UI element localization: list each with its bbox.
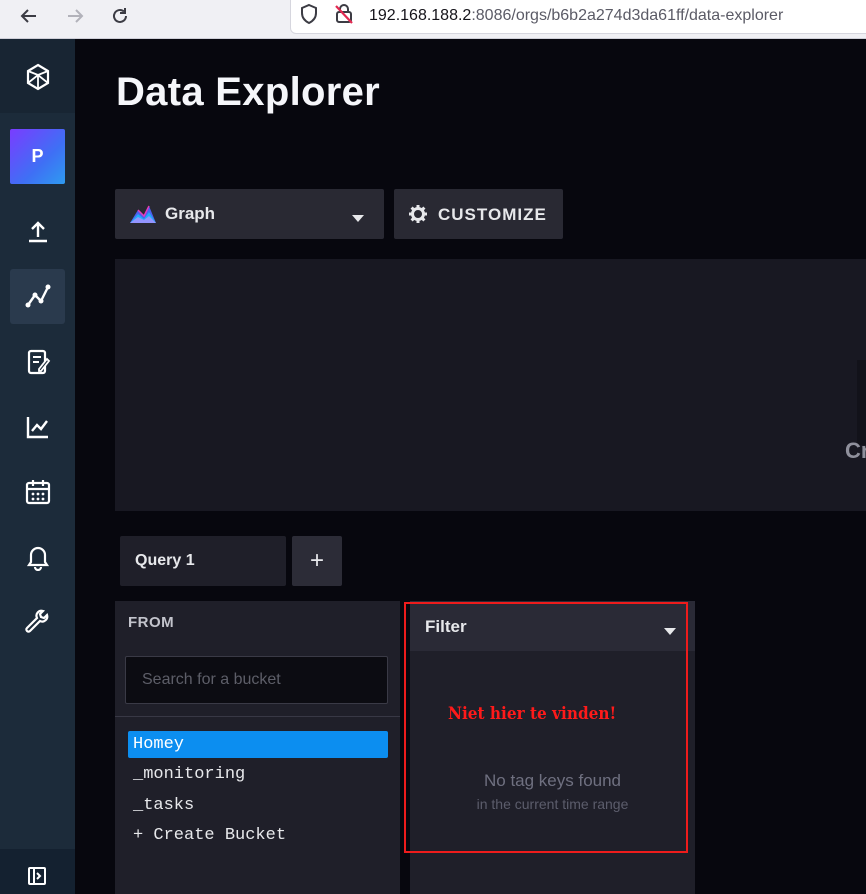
sidebar-logo-area xyxy=(0,39,75,113)
logo-icon[interactable] xyxy=(10,49,65,104)
org-avatar[interactable]: P xyxy=(10,129,65,184)
sidebar-collapse-area xyxy=(0,849,75,894)
annotation-highlight-box xyxy=(404,602,688,853)
upload-icon[interactable] xyxy=(10,204,65,259)
graph-type-icon xyxy=(129,203,157,230)
graph-empty-text: Cr xyxy=(845,438,866,463)
from-header: FROM xyxy=(128,614,175,631)
create-bucket-button[interactable]: + Create Bucket xyxy=(128,822,388,849)
query-tab-label: Query 1 xyxy=(135,552,195,569)
url-path: :8086/orgs/b6b2a274d3da61ff/data-explore… xyxy=(471,7,784,24)
annotation-text: Niet hier te vinden! xyxy=(448,704,617,724)
settings-wrench-icon[interactable] xyxy=(10,594,65,649)
notebook-icon[interactable] xyxy=(10,334,65,389)
collapse-sidebar-icon[interactable] xyxy=(26,865,48,892)
bucket-item-homey[interactable]: Homey xyxy=(128,731,388,758)
tasks-calendar-icon[interactable] xyxy=(10,464,65,519)
alerts-bell-icon[interactable] xyxy=(10,529,65,584)
graph-type-dropdown[interactable]: Graph xyxy=(115,189,384,239)
from-panel: FROM Search for a bucket Homey _monitori… xyxy=(115,601,400,894)
bucket-item-tasks[interactable]: _tasks xyxy=(128,792,388,819)
back-arrow-icon[interactable] xyxy=(14,4,44,28)
url-bar[interactable]: 192.168.188.2:8086/orgs/b6b2a274d3da61ff… xyxy=(290,0,866,34)
bucket-search-input[interactable]: Search for a bucket xyxy=(125,656,388,704)
graph-visualization-area xyxy=(115,259,866,511)
browser-toolbar: 192.168.188.2:8086/orgs/b6b2a274d3da61ff… xyxy=(0,0,866,39)
forward-arrow-icon[interactable] xyxy=(60,4,90,28)
url-text: 192.168.188.2:8086/orgs/b6b2a274d3da61ff… xyxy=(369,7,783,25)
url-host: 192.168.188.2 xyxy=(369,7,472,24)
graph-type-label: Graph xyxy=(165,204,216,223)
graph-empty-state-panel xyxy=(857,360,866,445)
data-explorer-icon[interactable] xyxy=(10,269,65,324)
dashboard-icon[interactable] xyxy=(10,399,65,454)
customize-button[interactable]: CUSTOMIZE xyxy=(394,189,563,239)
shield-icon[interactable] xyxy=(299,3,319,30)
bucket-item-monitoring[interactable]: _monitoring xyxy=(128,761,388,788)
reload-icon[interactable] xyxy=(105,4,135,28)
customize-label: CUSTOMIZE xyxy=(438,205,547,224)
caret-down-icon xyxy=(352,210,364,228)
add-query-button[interactable]: + xyxy=(292,536,342,586)
sidebar: P xyxy=(0,39,75,894)
gear-icon xyxy=(409,205,427,228)
insecure-lock-icon[interactable] xyxy=(333,3,355,30)
tab-query-1[interactable]: Query 1 xyxy=(120,536,286,586)
from-divider xyxy=(115,716,400,717)
page-title: Data Explorer xyxy=(116,70,380,114)
